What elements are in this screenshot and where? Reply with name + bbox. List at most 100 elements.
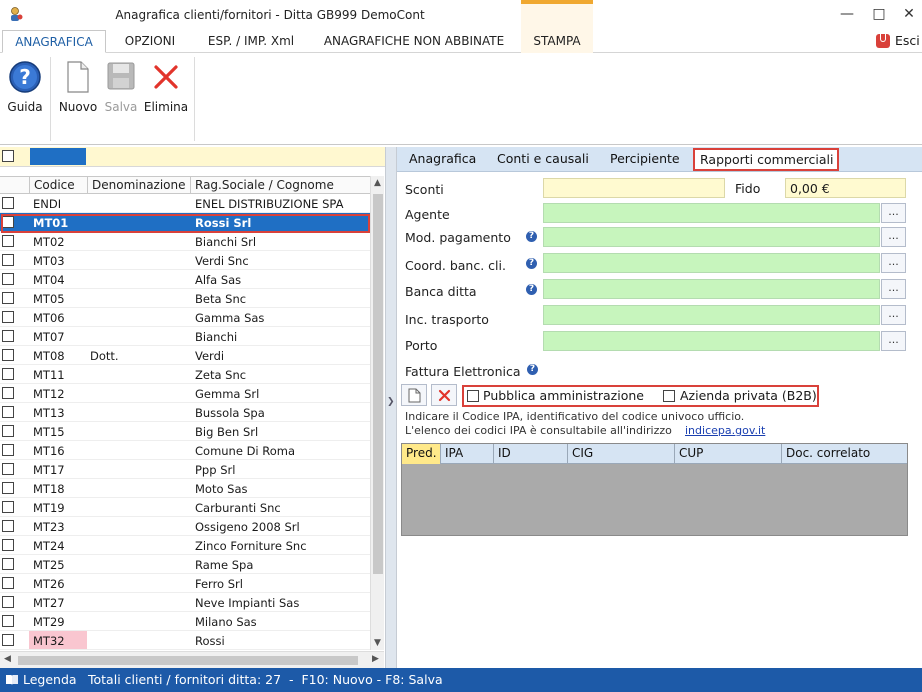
row-checkbox[interactable] <box>2 387 14 399</box>
row-checkbox[interactable] <box>2 520 14 532</box>
elimina-button[interactable]: Elimina <box>142 59 190 119</box>
table-row[interactable]: ENDI ENEL DISTRIBUZIONE SPA <box>0 194 370 213</box>
horizontal-scroll-thumb[interactable] <box>18 656 358 665</box>
row-checkbox[interactable] <box>2 197 14 209</box>
coord-banc-input[interactable] <box>543 253 880 273</box>
table-row[interactable]: MT25 Rame Spa <box>0 555 370 574</box>
grid-vertical-scrollbar[interactable]: ▲ ▼ <box>370 176 384 650</box>
row-checkbox[interactable] <box>2 444 14 456</box>
porto-input[interactable] <box>543 331 880 351</box>
row-checkbox[interactable] <box>2 273 14 285</box>
row-checkbox[interactable] <box>2 235 14 247</box>
banca-ditta-lookup-button[interactable]: ... <box>881 279 906 299</box>
col-denominazione[interactable]: Denominazione <box>87 177 190 194</box>
table-row[interactable]: MT17 Ppp Srl <box>0 460 370 479</box>
col-ragione-sociale[interactable]: Rag.Sociale / Cognome <box>190 177 370 194</box>
row-checkbox[interactable] <box>2 558 14 570</box>
table-row[interactable]: MT27 Neve Impianti Sas <box>0 593 370 612</box>
col-doc-correlato[interactable]: Doc. correlato <box>781 444 886 464</box>
table-row[interactable]: MT13 Bussola Spa <box>0 403 370 422</box>
table-row[interactable]: MT11 Zeta Snc <box>0 365 370 384</box>
sconti-input[interactable] <box>543 178 725 198</box>
help-icon[interactable]: ? <box>526 231 537 242</box>
row-checkbox[interactable] <box>2 216 14 228</box>
table-row[interactable]: MT15 Big Ben Srl <box>0 422 370 441</box>
inc-trasporto-lookup-button[interactable]: ... <box>881 305 906 325</box>
table-row[interactable]: MT08 Dott. Verdi <box>0 346 370 365</box>
scroll-down-icon[interactable]: ▼ <box>374 638 381 648</box>
table-row[interactable]: MT16 Comune Di Roma <box>0 441 370 460</box>
table-row[interactable]: MT23 Ossigeno 2008 Srl <box>0 517 370 536</box>
tab-detail-anagrafica[interactable]: Anagrafica <box>409 151 476 166</box>
collapse-arrow-icon[interactable]: ❯ <box>387 397 395 407</box>
help-icon[interactable]: ? <box>526 258 537 269</box>
row-checkbox[interactable] <box>2 406 14 418</box>
indicepa-link[interactable]: indicepa.gov.it <box>685 424 765 437</box>
row-checkbox[interactable] <box>2 463 14 475</box>
table-row[interactable]: MT02 Bianchi Srl <box>0 232 370 251</box>
coord-banc-lookup-button[interactable]: ... <box>881 253 906 273</box>
agente-lookup-button[interactable]: ... <box>881 203 906 223</box>
nuovo-button[interactable]: Nuovo <box>56 59 100 119</box>
tab-percipiente[interactable]: Percipiente <box>610 151 680 166</box>
table-row[interactable]: MT19 Carburanti Snc <box>0 498 370 517</box>
col-ipa[interactable]: IPA <box>440 444 493 464</box>
table-row[interactable]: MT03 Verdi Snc <box>0 251 370 270</box>
table-row[interactable]: MT04 Alfa Sas <box>0 270 370 289</box>
row-checkbox[interactable] <box>2 349 14 361</box>
row-checkbox[interactable] <box>2 330 14 342</box>
pubblica-amministrazione-checkbox[interactable] <box>467 390 479 402</box>
table-row[interactable]: MT24 Zinco Forniture Snc <box>0 536 370 555</box>
add-ipa-button[interactable] <box>401 384 427 406</box>
table-row-selected[interactable]: MT01 Rossi Srl <box>0 213 370 232</box>
maximize-icon[interactable]: □ <box>864 4 894 24</box>
fido-input[interactable]: 0,00 € <box>785 178 906 198</box>
table-row[interactable]: MT32 Rossi <box>0 631 370 650</box>
inc-trasporto-input[interactable] <box>543 305 880 325</box>
table-row[interactable]: MT26 Ferro Srl <box>0 574 370 593</box>
row-checkbox[interactable] <box>2 311 14 323</box>
table-row[interactable]: MT07 Bianchi <box>0 327 370 346</box>
table-row[interactable]: MT29 Milano Sas <box>0 612 370 631</box>
help-icon[interactable]: ? <box>527 364 538 375</box>
row-checkbox[interactable] <box>2 501 14 513</box>
scroll-left-icon[interactable]: ◀ <box>4 654 11 664</box>
row-checkbox[interactable] <box>2 596 14 608</box>
table-row[interactable]: MT18 Moto Sas <box>0 479 370 498</box>
guida-button[interactable]: ? Guida <box>4 59 46 119</box>
tab-opzioni[interactable]: OPZIONI <box>112 30 188 53</box>
tab-conti-causali[interactable]: Conti e causali <box>497 151 589 166</box>
row-checkbox[interactable] <box>2 577 14 589</box>
row-checkbox[interactable] <box>2 615 14 627</box>
col-codice[interactable]: Codice <box>29 177 87 194</box>
porto-lookup-button[interactable]: ... <box>881 331 906 351</box>
col-cup[interactable]: CUP <box>674 444 781 464</box>
code-filter-input[interactable] <box>30 148 86 165</box>
scroll-right-icon[interactable]: ▶ <box>372 654 379 664</box>
table-row[interactable]: MT12 Gemma Srl <box>0 384 370 403</box>
legenda-link[interactable]: Legenda <box>23 668 77 692</box>
scroll-up-icon[interactable]: ▲ <box>374 178 381 188</box>
tab-stampa[interactable]: STAMPA <box>521 30 593 53</box>
select-all-checkbox[interactable] <box>2 150 14 162</box>
help-icon[interactable]: ? <box>526 284 537 295</box>
pane-splitter[interactable]: ❯ <box>385 147 397 668</box>
table-row[interactable]: MT06 Gamma Sas <box>0 308 370 327</box>
row-checkbox[interactable] <box>2 634 14 646</box>
col-pred[interactable]: Pred. <box>402 444 440 464</box>
row-checkbox[interactable] <box>2 425 14 437</box>
row-checkbox[interactable] <box>2 368 14 380</box>
row-checkbox[interactable] <box>2 292 14 304</box>
grid-horizontal-scrollbar[interactable]: ◀ ▶ <box>0 651 384 668</box>
table-row[interactable]: MT05 Beta Snc <box>0 289 370 308</box>
row-checkbox[interactable] <box>2 539 14 551</box>
salva-button[interactable]: Salva <box>102 59 140 119</box>
row-checkbox[interactable] <box>2 254 14 266</box>
row-checkbox[interactable] <box>2 482 14 494</box>
agente-input[interactable] <box>543 203 880 223</box>
azienda-privata-checkbox[interactable] <box>663 390 675 402</box>
col-cig[interactable]: CIG <box>567 444 674 464</box>
remove-ipa-button[interactable] <box>431 384 457 406</box>
tab-rapporti-commerciali[interactable]: Rapporti commerciali <box>693 148 839 171</box>
tab-anagrafiche-non-abbinate[interactable]: ANAGRAFICHE NON ABBINATE <box>314 30 514 53</box>
